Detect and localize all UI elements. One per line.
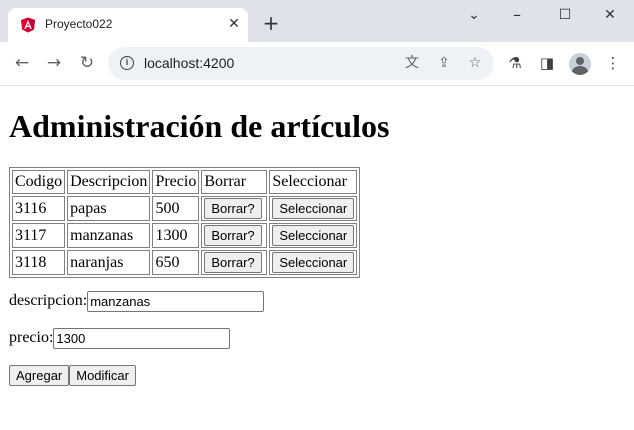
add-button[interactable]: Agregar [9,365,70,386]
side-panel-icon[interactable]: ◨ [537,53,557,73]
star-icon[interactable]: ☆ [466,54,484,72]
cell-precio: 500 [152,196,200,221]
page-title: Administración de artículos [9,108,390,144]
select-button[interactable]: Seleccionar [272,225,355,246]
cell-seleccionar: Seleccionar [269,196,358,221]
reload-icon[interactable]: ↻ [77,53,97,73]
arrow-left-icon[interactable]: ← [12,53,32,73]
window-close-icon[interactable]: ✕ [598,4,622,26]
cell-precio: 650 [152,250,200,275]
cell-seleccionar: Seleccionar [269,223,358,248]
table-header-row: Codigo Descripcion Precio Borrar Selecci… [12,170,358,194]
header-descripcion: Descripcion [67,170,151,194]
header-borrar: Borrar [201,170,268,194]
select-button[interactable]: Seleccionar [272,252,355,273]
info-icon[interactable]: i [120,56,134,70]
kebab-menu-icon[interactable]: ⋮ [603,53,623,73]
modify-button[interactable]: Modificar [69,365,136,386]
minimize-icon[interactable]: – [505,4,529,26]
descripcion-input[interactable] [87,291,265,312]
cell-codigo: 3117 [12,223,66,248]
avatar[interactable] [569,53,591,75]
cell-codigo: 3116 [12,196,66,221]
select-button[interactable]: Seleccionar [272,198,355,219]
cell-precio: 1300 [152,223,200,248]
tab-strip: Proyecto022 ✕ + ⌄ – ☐ ✕ [0,0,634,42]
cell-descripcion: manzanas [67,223,151,248]
browser-toolbar: ← → ↻ i localhost:4200 文 ⇪ ☆ ⚗ ◨ ⋮ [0,42,634,86]
articles-table: Codigo Descripcion Precio Borrar Selecci… [9,167,361,278]
header-seleccionar: Seleccionar [269,170,358,194]
descripcion-label: descripcion: [9,292,88,310]
delete-button[interactable]: Borrar? [204,225,262,246]
avatar-head [576,57,584,65]
precio-row: precio: [9,328,231,349]
cell-seleccionar: Seleccionar [269,250,358,275]
precio-input[interactable] [53,328,231,349]
share-icon[interactable]: ⇪ [435,54,453,72]
cell-borrar: Borrar? [201,196,268,221]
tab-search-chevron-icon[interactable]: ⌄ [462,4,486,26]
delete-button[interactable]: Borrar? [204,198,262,219]
header-codigo: Codigo [12,170,66,194]
precio-label: precio: [9,329,54,347]
flask-icon[interactable]: ⚗ [505,53,525,73]
maximize-icon[interactable]: ☐ [553,4,577,26]
close-icon[interactable]: ✕ [226,16,242,32]
cell-borrar: Borrar? [201,223,268,248]
avatar-body [572,66,588,75]
delete-button[interactable]: Borrar? [204,252,262,273]
address-bar[interactable]: i localhost:4200 文 ⇪ ☆ [108,47,494,80]
arrow-right-icon[interactable]: → [44,53,64,73]
header-precio: Precio [152,170,200,194]
table-row: 3117 manzanas 1300 Borrar? Seleccionar [12,223,358,248]
form-actions: Agregar Modificar [9,365,136,386]
cell-descripcion: naranjas [67,250,151,275]
translate-icon[interactable]: 文 [403,54,421,72]
table-row: 3116 papas 500 Borrar? Seleccionar [12,196,358,221]
descripcion-row: descripcion: [9,291,265,312]
plus-icon[interactable]: + [262,13,280,33]
browser-tab[interactable]: Proyecto022 ✕ [8,8,248,42]
cell-descripcion: papas [67,196,151,221]
url-text[interactable]: localhost:4200 [144,55,234,71]
angular-favicon-icon [21,17,35,33]
table-row: 3118 naranjas 650 Borrar? Seleccionar [12,250,358,275]
cell-borrar: Borrar? [201,250,268,275]
tab-title: Proyecto022 [45,17,113,31]
cell-codigo: 3118 [12,250,66,275]
